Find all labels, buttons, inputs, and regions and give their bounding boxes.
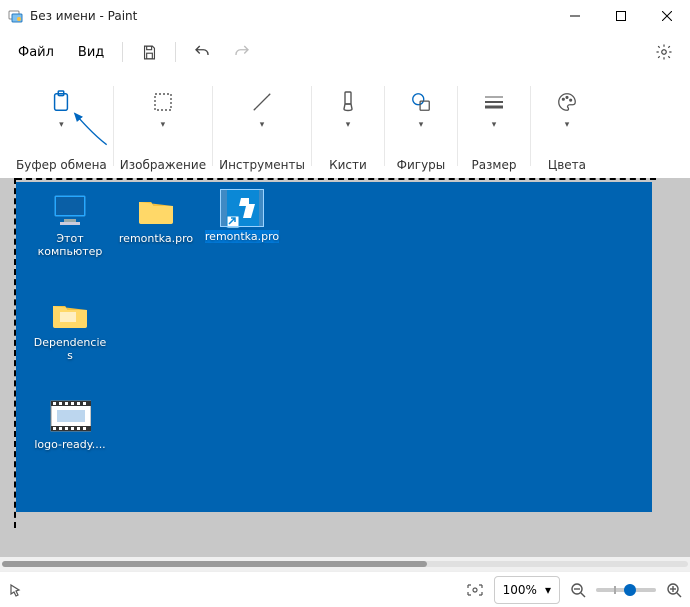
selection-icon: [151, 90, 175, 114]
cursor-icon: [8, 583, 22, 597]
menu-file[interactable]: Файл: [8, 39, 64, 66]
colors-tool[interactable]: ▾: [537, 80, 597, 140]
brushes-tool[interactable]: ▾: [318, 80, 378, 140]
brush-icon: [336, 90, 360, 114]
settings-button[interactable]: [646, 36, 682, 68]
tools-tool[interactable]: ▾: [232, 80, 292, 140]
desktop-icon-folder: remontka.pro: [116, 192, 196, 245]
chevron-down-icon: ▾: [419, 120, 424, 130]
canvas-border-top: [16, 178, 656, 180]
icon-label: Dependencies: [31, 336, 109, 362]
group-image: ▾ Изображение: [114, 80, 212, 172]
app-icon: [8, 8, 24, 24]
fit-screen-button[interactable]: [466, 583, 484, 597]
folder-icon: [49, 296, 91, 332]
shapes-icon: [409, 90, 433, 114]
titlebar: Без имени - Paint: [0, 0, 690, 32]
pencil-icon: [250, 90, 274, 114]
icon-label: Этот компьютер: [31, 232, 109, 258]
undo-button[interactable]: [184, 36, 220, 68]
group-brushes: ▾ Кисти: [312, 80, 384, 172]
group-clipboard: ▾ Буфер обмена: [10, 80, 113, 172]
monitor-icon: [49, 192, 91, 228]
status-bar: 100% ▾: [0, 571, 690, 607]
close-button[interactable]: [644, 0, 690, 32]
shortcut-icon: [221, 190, 263, 226]
group-label: Изображение: [120, 158, 206, 172]
clipboard-icon: [49, 90, 73, 114]
palette-icon: [555, 90, 579, 114]
group-label: Буфер обмена: [16, 158, 107, 172]
menubar: Файл Вид: [0, 32, 690, 72]
zoom-out-button[interactable]: [570, 582, 586, 598]
zoom-in-button[interactable]: [666, 582, 682, 598]
group-label: Инструменты: [219, 158, 305, 172]
chevron-down-icon: ▾: [492, 120, 497, 130]
maximize-button[interactable]: [598, 0, 644, 32]
zoom-slider[interactable]: [596, 588, 656, 592]
chevron-down-icon: ▾: [346, 120, 351, 130]
chevron-down-icon: ▾: [260, 120, 265, 130]
chevron-down-icon: ▾: [565, 120, 570, 130]
select-tool[interactable]: ▾: [133, 80, 193, 140]
group-shapes: ▾ Фигуры: [385, 80, 457, 172]
window-title: Без имени - Paint: [30, 9, 137, 23]
group-label: Цвета: [548, 158, 586, 172]
work-area: Этот компьютер remontka.pro remontka.pro…: [0, 178, 690, 557]
zoom-value: 100%: [503, 583, 537, 597]
desktop-icon-shortcut-selected: remontka.pro: [202, 190, 282, 243]
group-label: Фигуры: [397, 158, 446, 172]
icon-label: remontka.pro: [205, 230, 279, 243]
group-label: Кисти: [329, 158, 367, 172]
shapes-tool[interactable]: ▾: [391, 80, 451, 140]
size-tool[interactable]: ▾: [464, 80, 524, 140]
desktop-icon-this-pc: Этот компьютер: [30, 192, 110, 258]
group-label: Размер: [471, 158, 516, 172]
horizontal-scrollbar[interactable]: [0, 557, 690, 571]
group-colors: ▾ Цвета: [531, 80, 603, 172]
group-tools: ▾ Инструменты: [213, 80, 311, 172]
zoom-slider-thumb[interactable]: [624, 584, 636, 596]
chevron-down-icon: ▾: [545, 583, 551, 597]
zoom-dropdown[interactable]: 100% ▾: [494, 576, 560, 604]
chevron-down-icon: ▾: [59, 120, 64, 130]
menu-view[interactable]: Вид: [68, 39, 114, 66]
redo-button[interactable]: [224, 36, 260, 68]
clipboard-tool[interactable]: ▾: [31, 80, 91, 140]
video-icon: [49, 398, 91, 434]
chevron-down-icon: ▾: [161, 120, 166, 130]
desktop-icon-video: logo-ready....: [30, 398, 110, 451]
minimize-button[interactable]: [552, 0, 598, 32]
lines-icon: [482, 90, 506, 114]
save-button[interactable]: [131, 36, 167, 68]
scrollbar-thumb[interactable]: [2, 561, 427, 567]
icon-label: remontka.pro: [119, 232, 193, 245]
group-size: ▾ Размер: [458, 80, 530, 172]
canvas[interactable]: Этот компьютер remontka.pro remontka.pro…: [16, 182, 652, 512]
ribbon: ▾ Буфер обмена ▾ Изображение ▾ Инструмен…: [0, 72, 690, 178]
desktop-icon-folder-deps: Dependencies: [30, 296, 110, 362]
folder-icon: [135, 192, 177, 228]
icon-label: logo-ready....: [34, 438, 105, 451]
